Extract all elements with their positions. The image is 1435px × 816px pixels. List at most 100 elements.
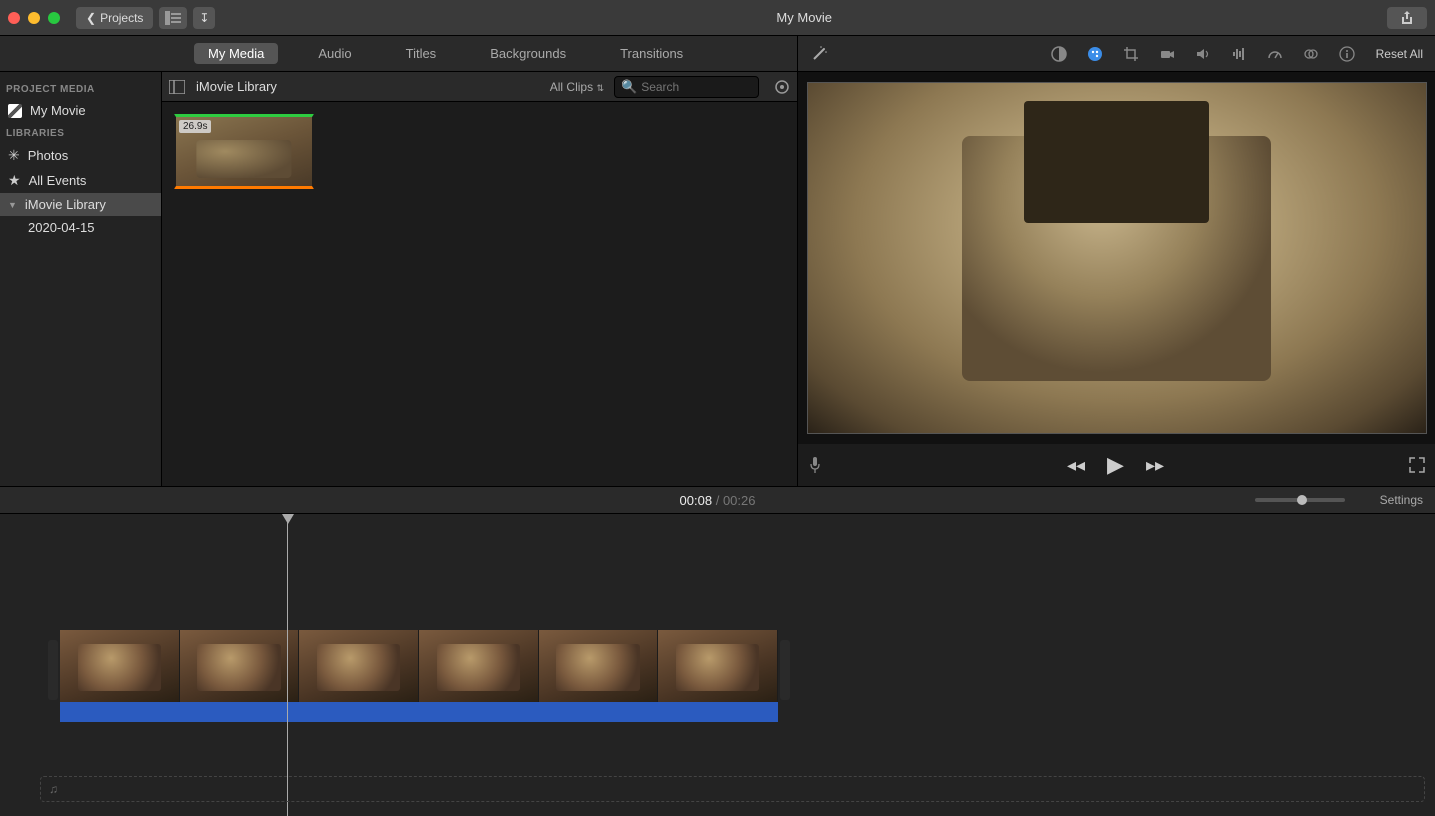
updown-icon: ⇅ — [596, 83, 604, 93]
venn-icon — [1303, 46, 1319, 62]
total-time: 00:26 — [723, 493, 756, 508]
maximize-window-button[interactable] — [48, 12, 60, 24]
zoom-slider[interactable] — [1255, 498, 1345, 502]
stabilization-button[interactable] — [1158, 45, 1176, 63]
sidebar-heading-project-media: PROJECT MEDIA — [0, 78, 161, 99]
preview-toolbar: Reset All — [798, 36, 1435, 72]
current-time: 00:08 — [680, 493, 713, 508]
back-button-label: Projects — [100, 11, 143, 25]
sidebar-item-imovie-library[interactable]: ▼ iMovie Library — [0, 193, 161, 216]
timeline[interactable]: ♫ — [0, 514, 1435, 816]
timeline-settings-button[interactable]: Settings — [1380, 493, 1423, 507]
import-button[interactable]: ↧ — [193, 7, 215, 29]
traffic-lights — [8, 12, 60, 24]
library-path-label: iMovie Library — [196, 79, 277, 94]
sidebar-item-all-events[interactable]: ★ All Events — [0, 168, 161, 193]
timeline-clip[interactable] — [60, 630, 778, 722]
sidebar-item-label: iMovie Library — [25, 197, 106, 212]
sidebar-item-photos[interactable]: ✳ Photos — [0, 143, 161, 168]
tab-transitions[interactable]: Transitions — [606, 43, 697, 64]
speaker-icon — [1195, 46, 1211, 62]
color-correction-button[interactable] — [1086, 45, 1104, 63]
clip-audio-waveform[interactable] — [60, 702, 778, 722]
search-icon: 🔍 — [621, 79, 637, 95]
previous-button[interactable]: ◂◂ — [1067, 455, 1085, 476]
sidebar-item-label: All Events — [29, 173, 87, 188]
preview-background-element — [1024, 101, 1209, 224]
background-music-track[interactable]: ♫ — [40, 776, 1425, 802]
clip-filter-button[interactable] — [1302, 45, 1320, 63]
filmstrip-frame — [299, 630, 419, 702]
browser-tabs: My Media Audio Titles Backgrounds Transi… — [0, 36, 797, 72]
sidebar-toggle-icon[interactable] — [168, 80, 186, 94]
microphone-icon — [808, 456, 822, 474]
clip-thumbnail-image — [196, 140, 291, 178]
crop-button[interactable] — [1122, 45, 1140, 63]
filmstrip-frame — [419, 630, 539, 702]
browser-header: iMovie Library All Clips ⇅ 🔍 — [162, 72, 797, 102]
share-icon — [1400, 11, 1414, 25]
clip-trim-handle-left[interactable] — [48, 640, 58, 700]
info-button[interactable] — [1338, 45, 1356, 63]
filmstrip-frame — [658, 630, 778, 702]
speedometer-icon — [1267, 46, 1283, 62]
color-balance-button[interactable] — [1050, 45, 1068, 63]
playhead[interactable] — [287, 514, 288, 816]
clip-trim-handle-right[interactable] — [780, 640, 790, 700]
back-to-projects-button[interactable]: ❮ Projects — [76, 7, 153, 29]
search-box[interactable]: 🔍 — [614, 76, 759, 98]
transport-bar: ◂◂ ▶ ▸▸ — [798, 444, 1435, 486]
sidebar-item-my-movie[interactable]: My Movie — [0, 99, 161, 122]
filmstrip-frame — [539, 630, 659, 702]
sidebar-item-label: My Movie — [30, 103, 86, 118]
clip-duration-badge: 26.9s — [179, 120, 211, 133]
equalizer-icon — [1231, 46, 1247, 62]
minimize-window-button[interactable] — [28, 12, 40, 24]
library-list-toggle-button[interactable] — [159, 7, 187, 29]
info-icon — [1339, 46, 1355, 62]
sidebar-item-label: Photos — [28, 148, 68, 163]
reset-all-button[interactable]: Reset All — [1376, 47, 1423, 61]
preview-viewer — [798, 72, 1435, 444]
sidebar: PROJECT MEDIA My Movie LIBRARIES ✳ Photo… — [0, 72, 162, 486]
gear-icon — [773, 78, 791, 96]
tab-audio[interactable]: Audio — [304, 43, 365, 64]
speed-button[interactable] — [1266, 45, 1284, 63]
sidebar-item-date-event[interactable]: 2020-04-15 — [0, 216, 161, 239]
sidebar-item-label: 2020-04-15 — [28, 220, 95, 235]
download-icon: ↧ — [199, 11, 209, 25]
search-input[interactable] — [641, 80, 752, 94]
color-balance-icon — [1051, 46, 1067, 62]
playback-controls: ◂◂ ▶ ▸▸ — [822, 452, 1409, 478]
star-icon: ★ — [8, 172, 21, 189]
share-button[interactable] — [1387, 7, 1427, 29]
noise-reduction-button[interactable] — [1230, 45, 1248, 63]
tab-my-media[interactable]: My Media — [194, 43, 278, 64]
play-button[interactable]: ▶ — [1107, 452, 1124, 478]
expand-icon — [1409, 457, 1425, 473]
zoom-slider-thumb[interactable] — [1297, 495, 1307, 505]
filmstrip-frame — [60, 630, 180, 702]
next-button[interactable]: ▸▸ — [1146, 455, 1164, 476]
clip-filter-dropdown[interactable]: All Clips ⇅ — [550, 80, 604, 94]
voiceover-button[interactable] — [808, 456, 822, 474]
preview-frame[interactable] — [807, 82, 1427, 434]
enhance-button[interactable] — [810, 45, 828, 63]
time-display: 00:08 / 00:26 — [680, 493, 756, 508]
time-indicator-row: 00:08 / 00:26 Settings — [0, 486, 1435, 514]
close-window-button[interactable] — [8, 12, 20, 24]
tab-backgrounds[interactable]: Backgrounds — [476, 43, 580, 64]
triangle-down-icon: ▼ — [8, 200, 17, 210]
media-clip[interactable]: 26.9s — [174, 114, 314, 189]
palette-icon — [1087, 46, 1103, 62]
fullscreen-button[interactable] — [1409, 457, 1425, 473]
music-note-icon: ♫ — [49, 782, 58, 796]
tab-titles[interactable]: Titles — [392, 43, 451, 64]
chevron-left-icon: ❮ — [86, 11, 96, 25]
sidebar-heading-libraries: LIBRARIES — [0, 122, 161, 143]
volume-button[interactable] — [1194, 45, 1212, 63]
browser-settings-button[interactable] — [773, 78, 791, 96]
camera-icon — [1159, 46, 1175, 62]
time-separator: / — [716, 493, 720, 508]
photos-icon: ✳ — [8, 147, 20, 164]
